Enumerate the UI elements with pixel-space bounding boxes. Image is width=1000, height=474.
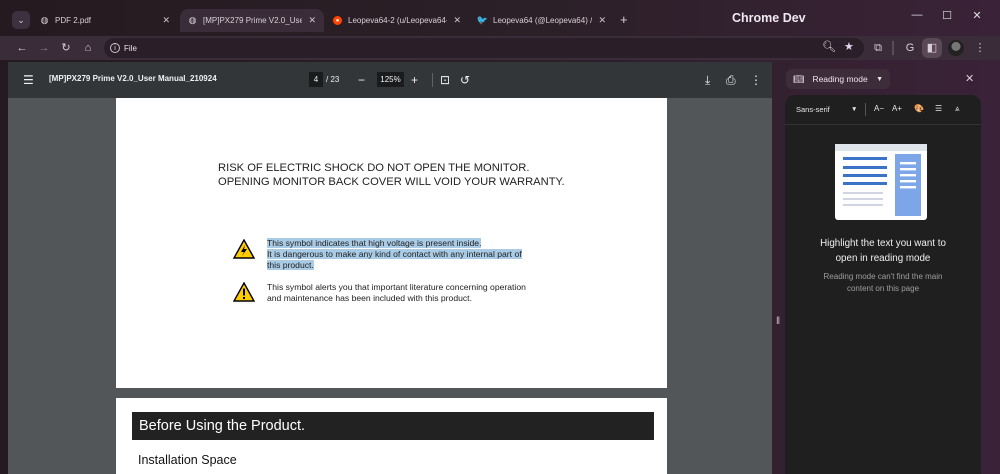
subheading: Installation Space — [138, 453, 237, 467]
fit-page-icon[interactable]: ⊡ — [440, 72, 450, 88]
side-panel-resize-handle[interactable]: ‖ — [776, 316, 780, 327]
extensions-icon[interactable]: ⧉ — [870, 40, 886, 56]
twitter-icon: 🐦 — [476, 15, 489, 25]
maximize-button[interactable]: ☐ — [932, 9, 962, 22]
download-icon[interactable]: ⤓ — [705, 72, 710, 88]
reading-mode-toolbar: Sans-serif ▼ A− A+ 🎨 ☰ ⩓ — [785, 95, 981, 125]
zoom-icon[interactable]: 🔍︎ — [822, 40, 836, 53]
tab-title: PDF 2.pdf — [55, 16, 92, 25]
dropdown-arrow-icon: ▼ — [876, 75, 883, 83]
pdf-page-5: Before Using the Product. Installation S… — [116, 398, 667, 474]
dropdown-arrow-icon[interactable]: ▼ — [851, 106, 857, 113]
back-icon[interactable]: ← — [14, 40, 30, 56]
tab-pdf2[interactable]: ◍ PDF 2.pdf ✕ — [32, 9, 178, 32]
increase-font-button[interactable]: A+ — [892, 104, 902, 113]
reading-mode-illustration — [835, 144, 927, 220]
high-voltage-warning-icon — [233, 239, 255, 259]
tab-twitter[interactable]: 🐦 Leopeva64 (@Leopeva64) / Tw ✕ — [470, 9, 614, 32]
menu-icon[interactable]: ⋮ — [972, 40, 988, 56]
close-icon[interactable]: ✕ — [162, 15, 170, 26]
google-icon[interactable]: G — [902, 40, 918, 56]
minimize-button[interactable]: — — [902, 9, 932, 21]
caution-description: This symbol alerts you that important li… — [267, 282, 526, 303]
toolbar-divider — [432, 73, 433, 87]
book-icon: 📖︎ — [793, 73, 805, 84]
info-icon: i — [110, 43, 120, 53]
side-panel-icon[interactable]: ◧ — [924, 40, 940, 56]
side-panel-mode-label: Reading mode — [812, 74, 868, 84]
avatar[interactable] — [948, 40, 964, 56]
tab-user-manual[interactable]: ◍ [MP]PX279 Prime V2.0_User M ✕ — [180, 9, 324, 32]
zoom-input[interactable]: 125% — [377, 72, 404, 87]
close-icon[interactable]: ✕ — [308, 15, 316, 26]
globe-icon: ◍ — [40, 15, 49, 25]
reload-icon[interactable]: ↻ — [58, 40, 74, 56]
pdf-content-area[interactable]: RISK OF ELECTRIC SHOCK DO NOT OPEN THE M… — [8, 98, 772, 474]
warning-heading: RISK OF ELECTRIC SHOCK DO NOT OPEN THE M… — [218, 162, 565, 188]
tab-strip: ⌄ ◍ PDF 2.pdf ✕ ◍ [MP]PX279 Prime V2.0_U… — [0, 0, 1000, 36]
site-info-label: File — [124, 43, 137, 53]
address-bar[interactable]: i File 🔍︎ ★ — [104, 38, 864, 58]
browser-channel-label: Chrome Dev — [732, 11, 806, 25]
pdf-toolbar: ☰ [MP]PX279 Prime V2.0_User Manual_21092… — [8, 62, 772, 98]
page-total: / 23 — [326, 75, 340, 84]
font-select[interactable]: Sans-serif — [796, 105, 830, 114]
page-number-input[interactable]: 4 — [309, 72, 323, 87]
tab-search-button[interactable]: ⌄ — [12, 11, 30, 29]
browser-toolbar: ← → ↻ ⌂ i File 🔍︎ ★ ⧉ G — [0, 36, 1000, 60]
decrease-font-button[interactable]: A− — [874, 104, 884, 113]
pdf-title: [MP]PX279 Prime V2.0_User Manual_210924 — [49, 74, 217, 83]
tab-title: Leopeva64 (@Leopeva64) / Tw — [493, 16, 593, 25]
line-spacing-button[interactable]: ☰ — [935, 104, 942, 113]
site-info-chip[interactable]: i File — [110, 41, 137, 55]
reddit-icon: ● — [333, 16, 342, 25]
tab-reddit[interactable]: ● Leopeva64-2 (u/Leopeva64-2) ✕ — [325, 9, 469, 32]
caution-warning-icon — [233, 282, 255, 302]
browser-window: ⌄ ◍ PDF 2.pdf ✕ ◍ [MP]PX279 Prime V2.0_U… — [0, 0, 1000, 474]
reading-mode-headline: Highlight the text you want to open in r… — [820, 238, 946, 264]
high-voltage-description: This symbol indicates that high voltage … — [267, 238, 522, 270]
sidebar-menu-icon[interactable]: ☰ — [23, 72, 34, 88]
star-icon[interactable]: ★ — [844, 40, 854, 53]
reading-mode-panel: Sans-serif ▼ A− A+ 🎨 ☰ ⩓ Highlight the t… — [785, 95, 981, 474]
section-heading: Before Using the Product. — [132, 412, 654, 440]
pdf-page-4: RISK OF ELECTRIC SHOCK DO NOT OPEN THE M… — [116, 98, 667, 388]
side-panel-mode-select[interactable]: 📖︎ Reading mode ▼ — [786, 69, 890, 89]
print-icon[interactable]: ⎙ — [726, 72, 736, 88]
rotate-icon[interactable]: ↺ — [460, 72, 470, 88]
zoom-out-icon[interactable]: − — [358, 72, 365, 88]
close-icon[interactable]: ✕ — [453, 15, 461, 26]
letter-spacing-button[interactable]: ⩓ — [955, 104, 960, 114]
close-window-button[interactable]: ✕ — [962, 9, 992, 22]
close-side-panel-button[interactable]: ✕ — [965, 72, 974, 85]
new-tab-button[interactable]: + — [620, 12, 628, 28]
zoom-in-icon[interactable]: + — [411, 72, 418, 88]
globe-icon: ◍ — [188, 15, 197, 25]
home-icon[interactable]: ⌂ — [80, 40, 96, 56]
tab-title: [MP]PX279 Prime V2.0_User M — [203, 16, 303, 25]
tab-title: Leopeva64-2 (u/Leopeva64-2) — [348, 16, 448, 25]
close-icon[interactable]: ✕ — [598, 15, 606, 26]
reading-mode-subtext: Reading mode can't find the main content… — [823, 272, 943, 293]
forward-icon[interactable]: → — [36, 40, 52, 56]
side-panel-header: 📖︎ Reading mode ▼ ✕ — [784, 66, 1000, 94]
more-options-icon[interactable]: ⋮ — [750, 72, 762, 88]
toolbar-divider — [865, 103, 866, 116]
toolbar-divider — [892, 41, 894, 55]
color-theme-button[interactable]: 🎨 — [914, 104, 924, 113]
